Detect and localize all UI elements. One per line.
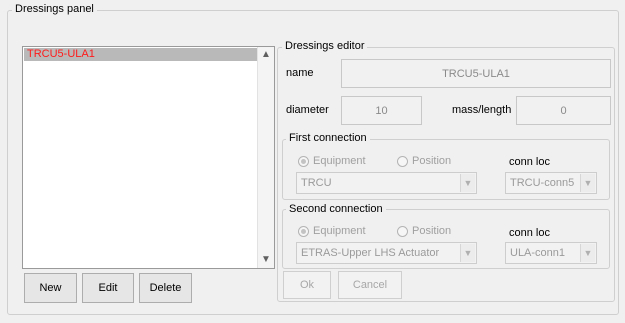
list-item[interactable]: TRCU5-ULA1 <box>24 48 273 61</box>
first-conn-loc-value: TRCU-conn5 <box>510 177 575 189</box>
chevron-down-icon[interactable]: ▼ <box>460 174 475 192</box>
chevron-down-icon[interactable]: ▼ <box>460 244 475 262</box>
name-field[interactable]: TRCU5-ULA1 <box>341 59 611 88</box>
chevron-down-icon[interactable]: ▼ <box>580 174 595 192</box>
new-button[interactable]: New <box>24 273 77 303</box>
mass-length-label: mass/length <box>452 104 512 116</box>
list-scrollbar[interactable]: ▲ ▼ <box>257 47 274 268</box>
radio-unchecked-icon <box>397 225 408 237</box>
first-equipment-radio[interactable]: Equipment <box>298 155 366 167</box>
mass-length-field[interactable]: 0 <box>516 96 611 125</box>
second-position-radio[interactable]: Position <box>397 225 451 237</box>
name-label: name <box>286 67 314 79</box>
cancel-button[interactable]: Cancel <box>338 271 402 299</box>
second-connection-title: Second connection <box>286 203 386 215</box>
second-conn-loc-select[interactable]: ULA-conn1 ▼ <box>505 242 597 264</box>
dressings-list[interactable]: TRCU5-ULA1 ▲ ▼ <box>22 46 275 269</box>
scroll-down-icon[interactable]: ▼ <box>258 252 274 268</box>
second-conn-loc-value: ULA-conn1 <box>510 247 566 259</box>
second-equipment-value: ETRAS-Upper LHS Actuator <box>301 247 440 259</box>
ok-button[interactable]: Ok <box>283 271 331 299</box>
dressings-editor-title: Dressings editor <box>282 40 368 52</box>
dressings-panel-title: Dressings panel <box>12 3 97 15</box>
edit-button[interactable]: Edit <box>82 273 134 303</box>
second-equipment-select[interactable]: ETRAS-Upper LHS Actuator ▼ <box>296 242 477 264</box>
first-connection-title: First connection <box>286 132 370 144</box>
first-equipment-select[interactable]: TRCU ▼ <box>296 172 477 194</box>
delete-button[interactable]: Delete <box>139 273 192 303</box>
second-conn-loc-label: conn loc <box>509 227 550 239</box>
second-position-label: Position <box>412 225 452 237</box>
second-equipment-label: Equipment <box>313 225 366 237</box>
radio-unchecked-icon <box>397 155 408 167</box>
diameter-field[interactable]: 10 <box>341 96 422 125</box>
radio-checked-icon <box>298 155 309 167</box>
diameter-label: diameter <box>286 104 329 116</box>
first-position-radio[interactable]: Position <box>397 155 451 167</box>
first-conn-loc-select[interactable]: TRCU-conn5 ▼ <box>505 172 597 194</box>
scroll-up-icon[interactable]: ▲ <box>258 47 274 63</box>
first-conn-loc-label: conn loc <box>509 156 550 168</box>
second-equipment-radio[interactable]: Equipment <box>298 225 366 237</box>
first-equipment-value: TRCU <box>301 177 332 189</box>
first-equipment-label: Equipment <box>313 155 366 167</box>
chevron-down-icon[interactable]: ▼ <box>580 244 595 262</box>
radio-checked-icon <box>298 225 309 237</box>
first-position-label: Position <box>412 155 452 167</box>
